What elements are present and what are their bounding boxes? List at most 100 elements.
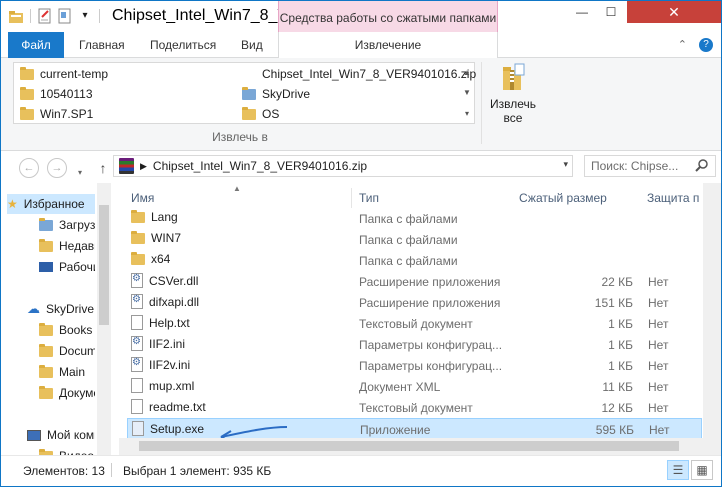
folder-icon [39,385,53,399]
dll-icon [131,294,143,309]
forward-button[interactable]: → [47,158,67,178]
more-icon[interactable]: ▾ [465,109,469,118]
chevron-up-icon[interactable]: ⌃ [678,38,687,52]
sidebar-item-downloads[interactable]: Загрузки [39,215,95,235]
table-row[interactable]: x64 Папка с файлами [127,250,702,271]
zip-icon [119,158,134,174]
sidebar-item-docs-ru[interactable]: Документы [39,383,95,403]
scroll-thumb[interactable] [139,441,679,451]
window-title: Chipset_Intel_Win7_8_V... [112,7,300,24]
up-button[interactable]: ↑ [93,158,113,178]
text-file-icon [131,399,143,414]
sidebar-item-main[interactable]: Main [39,362,95,382]
group-label: Извлечь в [212,130,268,144]
maximize-button[interactable]: ☐ [597,1,625,23]
properties-icon[interactable] [36,7,54,25]
tab-share[interactable]: Поделиться [138,32,228,58]
table-row[interactable]: WIN7 Папка с файлами [127,229,702,250]
close-button[interactable]: ✕ [627,1,721,23]
large-icons-view-icon[interactable]: ▦ [691,460,713,480]
column-name[interactable]: Имя [131,191,154,205]
column-protected[interactable]: Защита п [647,191,699,205]
folder-icon[interactable] [7,7,25,25]
divider [481,62,482,144]
destination-item[interactable]: SkyDrive [242,85,310,103]
folder-icon [39,364,53,378]
arrow-right-icon: → [51,162,63,174]
tab-home[interactable]: Главная [67,32,137,58]
recent-locations-button[interactable]: ▾ [75,162,85,182]
search-input[interactable]: Поиск: Chipse... [584,155,716,177]
extract-all-button[interactable]: Извлечь все [486,62,540,130]
destination-item[interactable]: Win7.SP1 [20,105,93,123]
breadcrumb[interactable]: Chipset_Intel_Win7_8_VER9401016.zip [153,159,367,173]
navigation-bar: ← → ▾ ↑ ▶ Chipset_Intel_Win7_8_VER940101… [1,151,721,183]
chevron-down-icon[interactable]: ▾ [563,159,568,170]
file-list: ▲ Имя Тип Сжатый размер Защита п Lang Па… [119,183,721,455]
chevron-right-icon: ▶ [140,160,147,171]
divider [351,188,352,208]
scroll-down-icon[interactable]: ▼ [463,88,471,97]
exe-icon [132,421,144,436]
scroll-up-icon[interactable]: ▲ [463,68,471,77]
sidebar-item-books[interactable]: Books [39,320,95,340]
back-button[interactable]: ← [19,158,39,178]
tab-file[interactable]: Файл [8,32,64,58]
details-view-icon[interactable]: ☰ [667,460,689,480]
destination-item[interactable]: OS [242,105,279,123]
folder-icon [131,209,145,223]
table-row[interactable]: Help.txt Текстовый документ 1 КБ Нет [127,313,702,334]
xml-icon [131,378,143,393]
folder-icon [20,86,34,100]
column-size[interactable]: Сжатый размер [519,191,607,205]
destination-item[interactable]: Chipset_Intel_Win7_8_VER9401016.zip [242,65,476,83]
table-row[interactable]: readme.txt Текстовый документ 12 КБ Нет [127,397,702,418]
ribbon-controls: ⌃ ? [678,38,713,52]
column-headers: ▲ Имя Тип Сжатый размер Защита п [119,184,721,208]
status-bar: Элементов: 13 Выбран 1 элемент: 935 КБ ☰… [1,455,721,486]
sidebar-item-favorites[interactable]: ★ Избранное [7,194,95,214]
destinations-scroll[interactable]: ▲ ▼ ▾ [459,62,475,124]
folder-icon [131,251,145,265]
ini-icon [131,336,143,351]
search-icon[interactable] [695,158,711,174]
sidebar-item-skydrive[interactable]: ☁ SkyDrive [27,299,95,319]
sidebar-item-documents[interactable]: Documents [39,341,95,361]
horizontal-scrollbar[interactable] [119,438,703,455]
minimize-button[interactable]: — [568,1,596,23]
extract-destinations: current-temp 10540113 Win7.SP1 Chipset_I… [13,62,476,124]
address-bar[interactable]: ▶ Chipset_Intel_Win7_8_VER9401016.zip ▾ [113,155,573,177]
dll-icon [131,273,143,288]
destination-item[interactable]: current-temp [20,65,108,83]
sidebar-item-desktop[interactable]: Рабочий стол [39,257,95,277]
tab-view[interactable]: Вид [229,32,275,58]
arrow-up-icon: ↑ [99,160,107,176]
customize-qat-icon[interactable]: ▾ [76,7,94,25]
explorer-window: ▾ Chipset_Intel_Win7_8_V... Средства раб… [0,0,722,487]
context-tab-group-title: Средства работы со сжатыми папками [278,1,498,32]
table-row[interactable]: difxapi.dll Расширение приложения 151 КБ… [127,292,702,313]
sidebar-scrollbar[interactable] [97,183,111,455]
table-row[interactable]: Lang Папка с файлами [127,208,702,229]
ribbon-extract: current-temp 10540113 Win7.SP1 Chipset_I… [1,58,721,151]
navigation-pane: ★ Избранное Загрузки Недавние места Рабо… [1,183,111,463]
table-row[interactable]: IIF2v.ini Параметры конфигурац... 1 КБ Н… [127,355,702,376]
cloud-icon: ☁ [27,301,40,316]
table-row[interactable]: CSVer.dll Расширение приложения 22 КБ Не… [127,271,702,292]
scroll-thumb[interactable] [99,205,109,325]
column-type[interactable]: Тип [359,191,379,205]
table-row[interactable]: IIF2.ini Параметры конфигурац... 1 КБ Не… [127,334,702,355]
selection-info: Выбран 1 элемент: 935 КБ [123,464,272,478]
item-count: Элементов: 13 [23,464,105,478]
table-row[interactable]: mup.xml Документ XML 11 КБ Нет [127,376,702,397]
text-file-icon [131,315,143,330]
sidebar-item-recent[interactable]: Недавние места [39,236,95,256]
folder-icon [242,106,256,120]
folder-icon [20,106,34,120]
help-icon[interactable]: ? [699,38,713,52]
new-folder-icon[interactable] [56,7,74,25]
vertical-scrollbar[interactable] [703,183,721,455]
tab-extract[interactable]: Извлечение [278,32,498,59]
destination-item[interactable]: 10540113 [20,85,93,103]
sidebar-item-computer[interactable]: Мой компьютер [27,425,95,445]
